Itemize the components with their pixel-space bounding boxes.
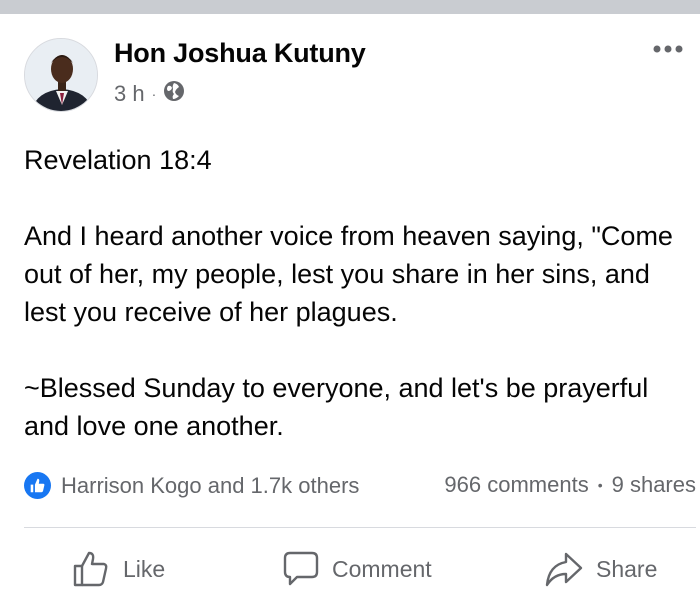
like-button[interactable]: Like — [71, 549, 165, 589]
post-timestamp[interactable]: 3 h — [114, 81, 145, 107]
author-name[interactable]: Hon Joshua Kutuny — [114, 38, 366, 69]
reactions-text: Harrison Kogo and 1.7k others — [61, 472, 360, 498]
thumbs-up-icon — [73, 551, 108, 587]
top-bar — [0, 0, 700, 14]
post-text: Revelation 18:4 And I heard another voic… — [24, 141, 684, 445]
globe-icon[interactable] — [163, 80, 185, 108]
post-meta: 3 h · — [114, 80, 185, 108]
post-paragraph: ~Blessed Sunday to everyone, and let's b… — [24, 373, 649, 441]
comments-count[interactable]: 966 comments — [444, 472, 588, 498]
stats-separator: • — [597, 477, 603, 493]
meta-separator: · — [151, 86, 157, 102]
divider — [24, 527, 696, 528]
comment-label: Comment — [332, 555, 432, 582]
post-paragraph: Revelation 18:4 — [24, 145, 212, 175]
avatar-photo — [25, 39, 97, 111]
reactions-summary[interactable]: Harrison Kogo and 1.7k others — [24, 472, 359, 499]
share-arrow-icon — [545, 552, 583, 587]
comment-button[interactable]: Comment — [282, 549, 432, 589]
share-label: Share — [596, 555, 658, 582]
comment-bubble-icon — [283, 551, 319, 586]
like-label: Like — [123, 555, 166, 582]
engagement-stats: 966 comments • 9 shares — [444, 472, 696, 498]
like-reaction-icon — [24, 472, 51, 499]
author-avatar[interactable] — [24, 38, 98, 112]
more-dots-icon — [653, 45, 683, 53]
share-button[interactable]: Share — [544, 549, 657, 589]
post-paragraph: And I heard another voice from heaven sa… — [24, 221, 673, 327]
shares-count[interactable]: 9 shares — [612, 472, 696, 498]
more-options-button[interactable] — [652, 42, 684, 60]
